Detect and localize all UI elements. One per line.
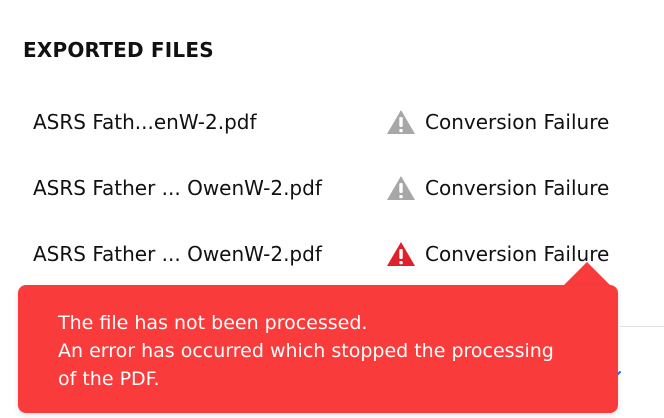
tooltip-line: of the PDF. [58,368,160,390]
status-text: Conversion Failure [425,176,610,200]
status: Conversion Failure [386,168,609,208]
exported-files-panel: EXPORTED FILES ASRS Fath...enW-2.pdf Con… [0,0,664,418]
file-row[interactable]: ASRS Fath...enW-2.pdf Conversion Failure [0,102,664,142]
status: Conversion Failure [386,102,609,142]
file-name[interactable]: ASRS Father ... OwenW-2.pdf [33,168,322,208]
warning-triangle-icon[interactable] [386,241,416,267]
file-name[interactable]: ASRS Father ... OwenW-2.pdf [33,234,322,274]
file-name[interactable]: ASRS Fath...enW-2.pdf [33,102,257,142]
warning-triangle-icon [386,109,416,135]
tooltip-line: The file has not been processed. [58,312,368,334]
tooltip-line: An error has occurred which stopped the … [58,340,554,362]
file-row[interactable]: ASRS Father ... OwenW-2.pdf Conversion F… [0,168,664,208]
section-title: EXPORTED FILES [23,38,214,62]
divider [620,326,664,327]
tooltip-arrow [563,262,611,286]
status-text: Conversion Failure [425,110,610,134]
error-tooltip: The file has not been processed. An erro… [18,285,618,413]
warning-triangle-icon [386,175,416,201]
